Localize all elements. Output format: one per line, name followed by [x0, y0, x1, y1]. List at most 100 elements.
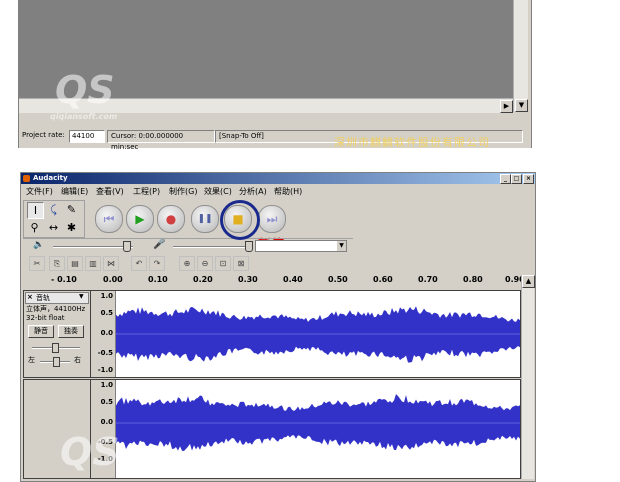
tick-label: 0.30: [238, 275, 258, 284]
pan-left-label: 左: [28, 356, 35, 364]
solo-button[interactable]: 独奏: [58, 325, 84, 338]
window-title: Audacity: [33, 174, 68, 182]
app-icon: [23, 175, 30, 182]
mute-button[interactable]: 静音: [28, 325, 54, 338]
play-icon: ▶: [135, 212, 145, 226]
fit-project-icon[interactable]: ⊠: [233, 256, 249, 271]
gain-thumb[interactable]: [52, 343, 59, 353]
skip-start-button[interactable]: ⏮: [95, 205, 123, 233]
fit-selection-icon[interactable]: ⊡: [215, 256, 231, 271]
menu-edit[interactable]: 编辑(E): [61, 186, 88, 197]
chevron-down-icon[interactable]: ▼: [337, 241, 346, 251]
waveform-left[interactable]: [116, 291, 520, 377]
timeline-ruler[interactable]: - 0.10 0.00 0.10 0.20 0.30 0.40 0.50 0.6…: [51, 275, 525, 287]
track-control-panel: × 音轨 ▼ 立体声，44100Hz 32-bit float 静音 独奏 左 …: [24, 291, 91, 377]
zoom-in-icon[interactable]: ⊕: [179, 256, 195, 271]
multi-tool-icon[interactable]: ✱: [64, 220, 79, 235]
amplitude-scale: 1.0 0.5 0.0 -0.5 -1.0: [91, 291, 116, 377]
project-rate-label: Project rate:: [22, 131, 65, 139]
menu-generate[interactable]: 制作(G): [169, 186, 197, 197]
maximize-button[interactable]: □: [511, 174, 522, 184]
skip-end-button[interactable]: ⏭: [258, 205, 286, 233]
menu-project[interactable]: 工程(P): [133, 186, 160, 197]
pan-right-label: 右: [74, 356, 81, 364]
scroll-up-icon[interactable]: ▲: [522, 275, 535, 288]
timeshift-tool-icon[interactable]: ↔: [46, 220, 61, 235]
menu-view[interactable]: 查看(V): [96, 186, 124, 197]
input-volume-slider[interactable]: [173, 246, 253, 248]
tick-label: - 0.10: [51, 275, 77, 284]
scale-label: 1.0: [100, 292, 113, 300]
scale-label: 0.5: [100, 398, 113, 406]
pan-thumb[interactable]: [53, 357, 60, 367]
vertical-scrollbar[interactable]: ▼: [513, 0, 528, 112]
scale-label: -1.0: [97, 366, 113, 374]
zoom-tool-icon[interactable]: ⚲: [27, 220, 42, 235]
pause-icon: ❚❚: [197, 214, 213, 224]
undo-icon[interactable]: ↶: [131, 256, 147, 271]
track-name-bar[interactable]: × 音轨 ▼: [25, 292, 89, 304]
waveform-right[interactable]: [116, 380, 520, 478]
paste-icon[interactable]: ▤: [67, 256, 83, 271]
pause-button[interactable]: ❚❚: [191, 205, 219, 233]
skip-start-icon: ⏮: [103, 212, 115, 226]
minimize-button[interactable]: _: [500, 174, 511, 184]
trim-icon[interactable]: ▥: [85, 256, 101, 271]
scroll-right-icon[interactable]: ▶: [500, 100, 513, 113]
menu-bar: 文件(F) 编辑(E) 查看(V) 工程(P) 制作(G) 效果(C) 分析(A…: [21, 185, 535, 197]
draw-tool-icon[interactable]: ✎: [64, 202, 79, 217]
project-rate-field[interactable]: 44100: [69, 130, 105, 143]
menu-help[interactable]: 帮助(H): [274, 186, 302, 197]
record-icon: ●: [165, 212, 177, 226]
tick-label: 0.80: [463, 275, 483, 284]
track-info-format: 立体声，44100Hz: [26, 305, 86, 313]
audio-track-left: × 音轨 ▼ 立体声，44100Hz 32-bit float 静音 独奏 左 …: [23, 290, 521, 378]
tick-label: 0.40: [283, 275, 303, 284]
zoom-out-icon[interactable]: ⊖: [197, 256, 213, 271]
redo-icon[interactable]: ↷: [149, 256, 165, 271]
scroll-down-icon[interactable]: ▼: [515, 99, 528, 112]
speaker-icon: 🔈: [33, 240, 45, 250]
close-button[interactable]: ×: [523, 174, 534, 184]
tools-toolbar: I ⤹ ✎ ⚲ ↔ ✱: [23, 200, 85, 238]
play-button[interactable]: ▶: [126, 205, 154, 233]
scale-label: 1.0: [100, 381, 113, 389]
tick-label: 0.70: [418, 275, 438, 284]
selection-tool-icon[interactable]: I: [27, 202, 44, 219]
cursor-readout: Cursor: 0:00.000000 min:sec: [107, 130, 215, 151]
pause-highlight-ring: [220, 200, 260, 240]
track-vertical-scrollbar[interactable]: ▲: [521, 275, 535, 479]
record-button[interactable]: ●: [157, 205, 185, 233]
skip-end-icon: ⏭: [266, 212, 278, 226]
watermark-caption: 深圳市麒麟软件股份有限公司: [334, 136, 490, 149]
cut-icon[interactable]: ✂: [29, 256, 45, 271]
tick-label: 0.50: [328, 275, 348, 284]
output-volume-thumb[interactable]: [123, 241, 131, 252]
track-menu-icon[interactable]: ▼: [79, 293, 84, 300]
scale-label: 0.0: [100, 418, 113, 426]
scale-label: 0.0: [100, 329, 113, 337]
tick-label: 0.10: [148, 275, 168, 284]
menu-effect[interactable]: 效果(C): [204, 186, 232, 197]
envelope-tool-icon[interactable]: ⤹: [46, 202, 61, 217]
menu-file[interactable]: 文件(F): [26, 186, 53, 197]
output-volume-slider[interactable]: [53, 246, 133, 248]
microphone-icon: 🎤: [153, 239, 166, 250]
watermark-logo: QS: [55, 68, 115, 112]
copy-icon[interactable]: ⎘: [49, 256, 65, 271]
watermark-logo-sub: qiqiansoft.com: [50, 112, 118, 121]
title-bar[interactable]: Audacity _ □ ×: [21, 173, 535, 184]
scale-label: -0.5: [97, 349, 113, 357]
input-volume-thumb[interactable]: [245, 241, 253, 252]
input-source-select[interactable]: ▼: [255, 240, 347, 252]
mixer-toolbar: 🔈 🎤 ▼: [23, 238, 353, 253]
tick-label: 0.00: [103, 275, 123, 284]
silence-icon[interactable]: ⋈: [103, 256, 119, 271]
tick-label: 0.20: [193, 275, 213, 284]
menu-analyze[interactable]: 分析(A): [239, 186, 267, 197]
watermark-logo: QS: [60, 430, 120, 474]
edit-toolbar: ✂ ⎘ ▤ ▥ ⋈ ↶ ↷ ⊕ ⊖ ⊡ ⊠: [23, 255, 283, 271]
track-info-bitdepth: 32-bit float: [26, 314, 65, 322]
tick-label: 0.60: [373, 275, 393, 284]
track-close-icon[interactable]: ×: [27, 293, 33, 301]
